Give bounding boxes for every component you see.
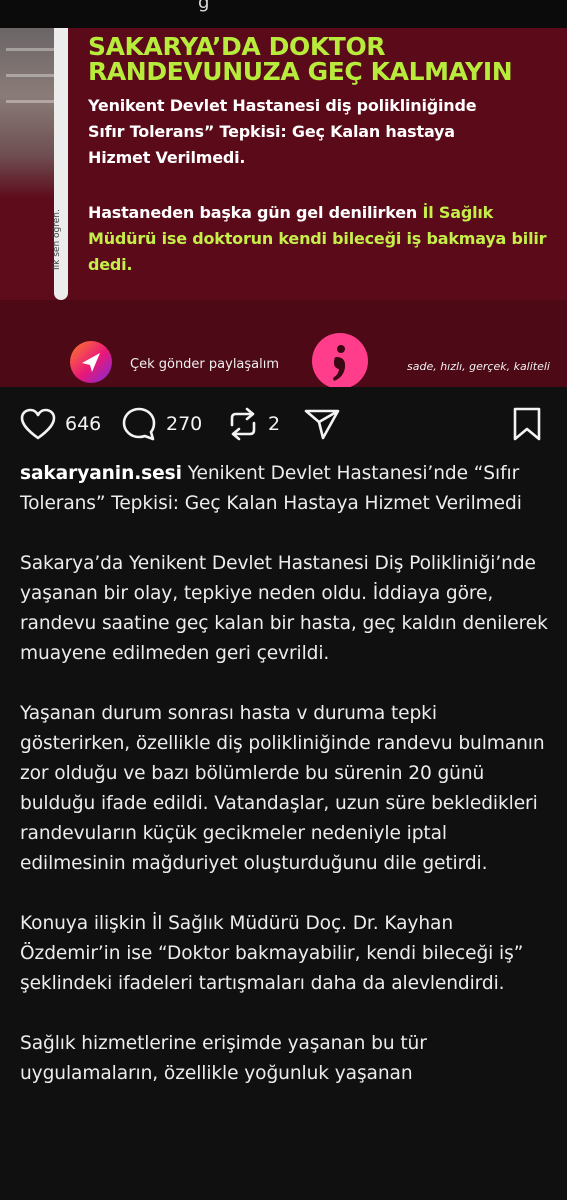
image-subheadline: Yenikent Devlet Hastanesi diş polikliniğ… — [88, 96, 477, 167]
repost-button[interactable]: 2 — [226, 404, 280, 444]
post-actions: 646 270 2 — [0, 398, 567, 450]
brand-logo-icon — [312, 333, 368, 387]
send-arrow-icon — [70, 341, 112, 383]
slogan: sade, hızlı, gerçek, kaliteli — [407, 360, 550, 373]
heart-icon — [20, 408, 56, 440]
share-button[interactable] — [302, 404, 342, 444]
vertical-tag: İlk sen öğren. — [52, 209, 62, 270]
comment-count: 270 — [166, 413, 203, 435]
status-strip: g — [0, 0, 567, 28]
caption-paragraph: Sakarya’da Yenikent Devlet Hastanesi Diş… — [20, 553, 548, 664]
like-count: 646 — [65, 413, 102, 435]
repost-icon — [230, 407, 256, 441]
post-caption: sakaryanin.sesi Yenikent Devlet Hastanes… — [20, 459, 550, 1089]
caption-paragraph: Konuya ilişkin İl Sağlık Müdürü Doç. Dr.… — [20, 913, 524, 994]
post-image[interactable]: g İlk sen öğren. SAKARYA’DA DOKTOR RANDE… — [0, 0, 567, 387]
repost-count: 2 — [268, 413, 281, 435]
caption-paragraph: Sağlık hizmetlerine erişimde yaşanan bu … — [20, 1033, 427, 1084]
caption-paragraph: Yaşanan durum sonrası hasta v duruma tep… — [20, 703, 545, 874]
username-link[interactable]: sakaryanin.sesi — [20, 463, 182, 484]
share-icon — [304, 409, 340, 440]
bookmark-icon — [513, 407, 541, 441]
image-headline: SAKARYA’DA DOKTOR RANDEVUNUZA GEÇ KALMAY… — [88, 32, 513, 86]
comment-button[interactable]: 270 — [120, 404, 202, 444]
send-label: Çek gönder paylaşalım — [130, 357, 280, 372]
caption-title-line: sakaryanin.sesi Yenikent Devlet Hastanes… — [20, 459, 550, 519]
like-button[interactable]: 646 — [19, 404, 101, 444]
bookmark-button[interactable] — [509, 404, 545, 444]
image-quote: Hastaneden başka gün gel denilirken İl S… — [88, 203, 547, 274]
comment-icon — [122, 407, 156, 441]
